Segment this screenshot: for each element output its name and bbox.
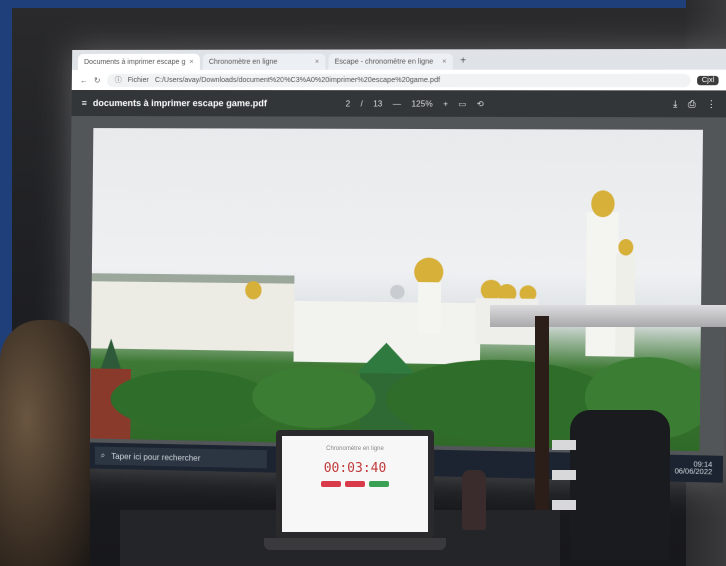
stopwatch-button[interactable] [345,481,365,487]
url-text: C:/Users/avay/Downloads/document%20%C3%A… [154,76,441,84]
fit-page-icon[interactable]: ▭ [458,99,466,108]
trees [110,368,273,433]
chair-stripe [552,440,576,450]
address-bar: ← ↻ ⓘ Fichier C:/Users/avay/Downloads/do… [71,69,726,91]
clock-date: 06/06/2022 [674,468,713,477]
tab-documents[interactable]: Documents à imprimer escape g × [77,53,200,70]
bell-tower [585,211,619,357]
bottle [462,470,486,530]
laptop-screen: Chronomètre en ligne 00:03:40 [282,436,428,532]
page-separator: / [360,98,363,108]
search-icon: ⌕ [100,450,106,460]
address-prefix: Fichier [127,76,149,84]
info-icon: ⓘ [114,76,122,85]
new-tab-button[interactable]: + [456,53,471,69]
browser-tab-bar: Documents à imprimer escape g × Chronomè… [71,48,726,70]
close-icon[interactable]: × [442,58,446,65]
zoom-out-button[interactable]: — [393,99,401,108]
url-field[interactable]: ⓘ Fichier C:/Users/avay/Downloads/docume… [106,73,692,87]
back-arrow-icon[interactable]: ← [80,75,88,84]
chair-stripe [552,500,576,510]
page-total: 13 [373,98,383,109]
person-head [0,320,90,566]
photo-scene: Documents à imprimer escape g × Chronomè… [0,0,726,566]
print-icon[interactable]: ⎙ [688,98,696,109]
tab-label: Documents à imprimer escape g [84,58,186,66]
stopwatch-buttons [321,481,389,487]
more-icon[interactable]: ⋮ [706,98,716,109]
page-current[interactable]: 2 [346,99,351,108]
laptop: Chronomètre en ligne 00:03:40 [276,430,434,538]
palace-building [91,278,295,352]
pdf-actions: ⤓ ⎙ ⋮ [673,98,716,109]
tab-label: Chronomètre en ligne [208,58,278,66]
rotate-icon[interactable]: ⟲ [477,99,484,108]
stopwatch-button[interactable] [321,481,341,487]
chair-back [570,410,670,560]
close-icon[interactable]: × [315,58,319,65]
chair-stripe [552,470,576,480]
profile-badge[interactable]: Cjxl [697,75,719,85]
kremlin-photo [90,128,704,452]
stopwatch-timer: 00:03:40 [323,461,387,476]
pdf-toolbar: ≡ documents à imprimer escape game.pdf 2… [71,89,726,118]
download-icon[interactable]: ⤓ [673,98,677,109]
menu-icon[interactable]: ≡ [82,98,87,108]
search-placeholder: Taper ici pour rechercher [111,451,201,463]
cathedral-tower [417,282,442,334]
golden-dome [618,238,634,256]
frame-border-top [0,0,726,8]
pdf-page-area [68,115,726,456]
zoom-in-button[interactable]: + [443,99,448,108]
tab-chronometre[interactable]: Chronomètre en ligne × [202,53,326,70]
tab-label: Escape - chronomètre en ligne [334,58,434,66]
zoom-level[interactable]: 125% [411,99,432,108]
reload-icon[interactable]: ↻ [94,75,101,84]
tab-escape[interactable]: Escape - chronomètre en ligne × [328,53,453,70]
stopwatch-title: Chronomètre en ligne [326,446,384,452]
close-icon[interactable]: × [189,58,193,65]
pdf-page-controls: 2 / 13 — 125% + ▭ ⟲ [346,99,484,108]
taskbar-search[interactable]: ⌕ Taper ici pour rechercher [94,446,267,469]
silver-dome [390,284,405,300]
pdf-title: documents à imprimer escape game.pdf [92,98,267,109]
system-tray[interactable]: 09:14 06/06/2022 [675,461,713,476]
trees [251,366,376,430]
laptop-keyboard [264,538,446,550]
shelf [490,305,726,327]
stopwatch-button[interactable] [369,481,389,487]
kremlin-illustration [90,190,704,446]
